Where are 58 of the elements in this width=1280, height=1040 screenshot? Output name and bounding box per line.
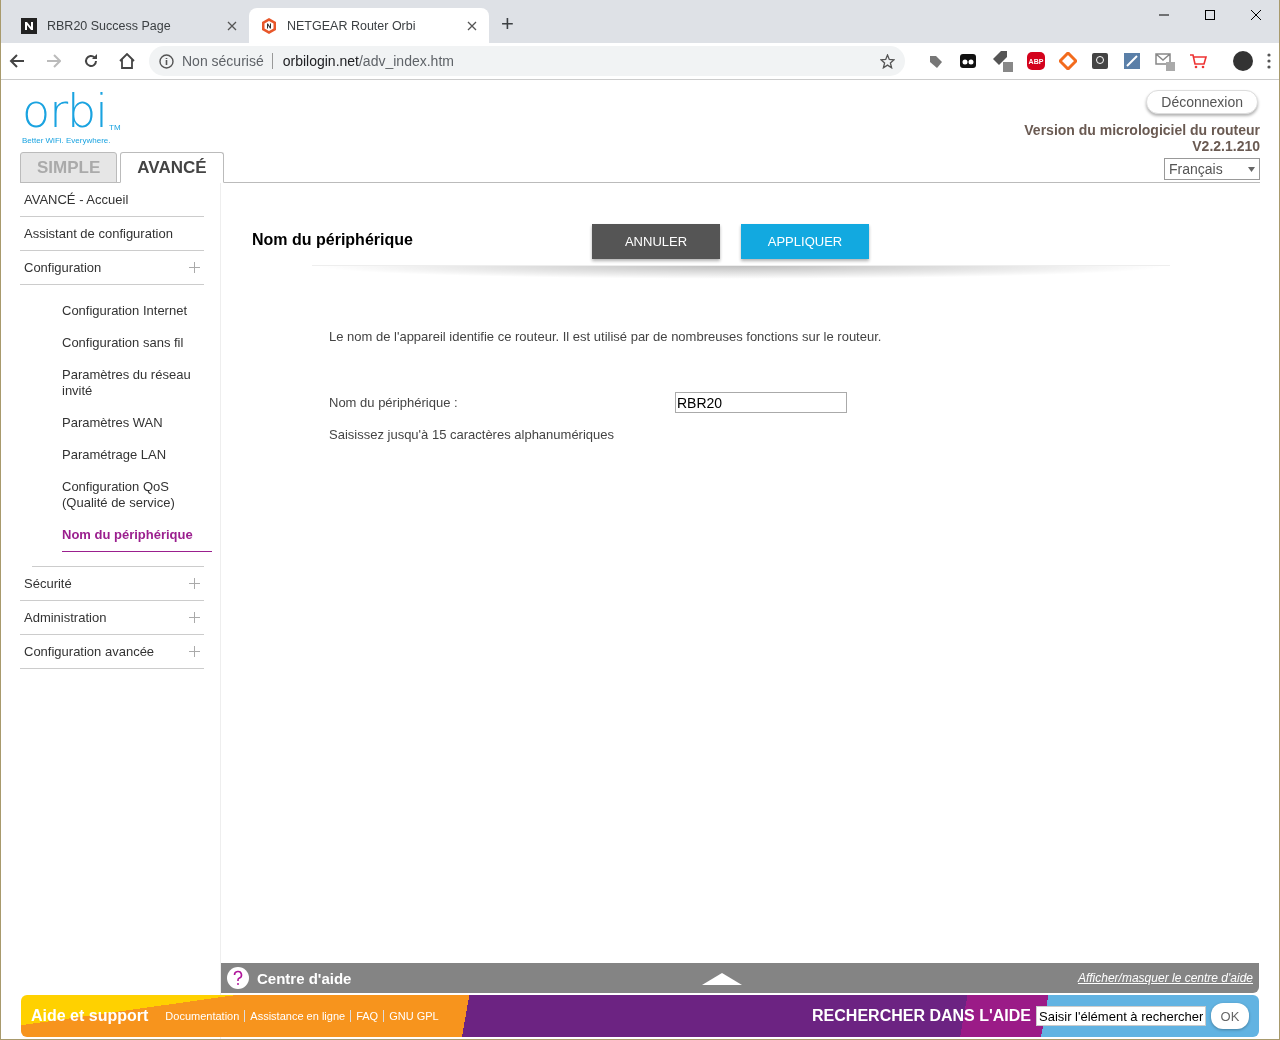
sidebar-subitem[interactable]: Configuration Internet [62, 295, 212, 327]
sidebar-item[interactable]: Sécurité [20, 567, 204, 601]
sidebar-subitem[interactable]: Paramètres WAN [62, 407, 212, 439]
security-label: Non sécurisé [182, 53, 264, 69]
sidebar-subitem[interactable]: Paramétrage LAN [62, 439, 212, 471]
sidebar-item[interactable]: Configuration avancée [20, 635, 204, 669]
info-icon[interactable] [159, 53, 174, 69]
tag-icon[interactable] [991, 50, 1013, 72]
browser-tab[interactable]: RBR20 Success Page [9, 8, 249, 43]
expand-arrow-icon[interactable] [702, 971, 742, 985]
field-label: Nom du périphérique : [329, 395, 459, 410]
url-text[interactable]: orbilogin.net/adv_index.htm [271, 53, 872, 69]
help-toggle-link[interactable]: Afficher/masquer le centre d'aide [1077, 971, 1253, 985]
close-icon[interactable] [227, 20, 237, 31]
mail-icon[interactable] [1155, 51, 1175, 71]
logo: orbi [22, 90, 108, 132]
tab-title: NETGEAR Router Orbi [287, 18, 417, 33]
reload-icon[interactable] [83, 53, 99, 69]
sidebar-subitem[interactable]: Nom du périphérique [62, 519, 212, 552]
close-icon[interactable] [467, 20, 477, 31]
logout-button[interactable]: Déconnexion [1146, 90, 1258, 114]
sidebar-subitem[interactable]: Paramètres du réseau invité [62, 359, 212, 407]
tagline: Better WiFi. Everywhere. [22, 136, 112, 145]
cancel-button[interactable]: ANNULER [592, 224, 720, 259]
avatar-icon[interactable] [1233, 51, 1253, 71]
favicon-icon [21, 17, 37, 34]
sidebar-item[interactable]: Assistant de configuration [20, 217, 204, 251]
hint-text: Saisissez jusqu'à 15 caractères alphanumériques [329, 427, 616, 442]
cart-icon[interactable] [1189, 53, 1207, 69]
description-text: Le nom de l'appareil identifie ce routeur. Il est utilisé par de nombreuses fonctions sur le routeur. [329, 329, 883, 344]
star-icon[interactable] [880, 53, 895, 69]
page-title: Nom du périphérique [252, 231, 414, 249]
footer-title: Aide et support [31, 1007, 149, 1025]
sidebar-item[interactable]: AVANCÉ - Accueil [20, 183, 204, 217]
sidebar-item[interactable]: Administration [20, 601, 204, 635]
help-search-field[interactable]: Saisir l'élément à rechercher [1036, 1006, 1206, 1026]
sidebar-subitem[interactable]: Configuration sans fil [62, 327, 212, 359]
menu-icon[interactable] [1267, 53, 1271, 69]
device-name-field[interactable]: RBR20 [675, 392, 847, 413]
caret-icon [1248, 166, 1255, 172]
search-label: RECHERCHER DANS L'AIDE [812, 1007, 1031, 1025]
firmware-version: V2.2.1.210 [1192, 138, 1260, 154]
mode-tab[interactable]: AVANCÉ [120, 152, 224, 183]
favicon-icon [261, 17, 277, 34]
help-title: Centre d'aide [257, 969, 353, 987]
sidebar-item[interactable]: Configuration [20, 251, 204, 285]
new-tab-button[interactable]: + [489, 11, 526, 43]
firmware-label: Version du micrologiciel du routeur [1024, 122, 1260, 138]
ok-button[interactable]: OK [1211, 1003, 1249, 1029]
tab-title: RBR20 Success Page [47, 18, 172, 33]
help-icon[interactable] [227, 967, 249, 989]
extension-icon[interactable] [959, 52, 977, 70]
trademark-mark: TM [109, 123, 121, 132]
back-icon[interactable] [9, 53, 25, 69]
browser-tab[interactable]: NETGEAR Router Orbi [249, 8, 489, 43]
sidebar-subitem[interactable]: Configuration QoS (Qualité de service) [62, 471, 212, 519]
language-select[interactable]: Français [1164, 158, 1260, 180]
home-icon[interactable] [118, 53, 135, 69]
